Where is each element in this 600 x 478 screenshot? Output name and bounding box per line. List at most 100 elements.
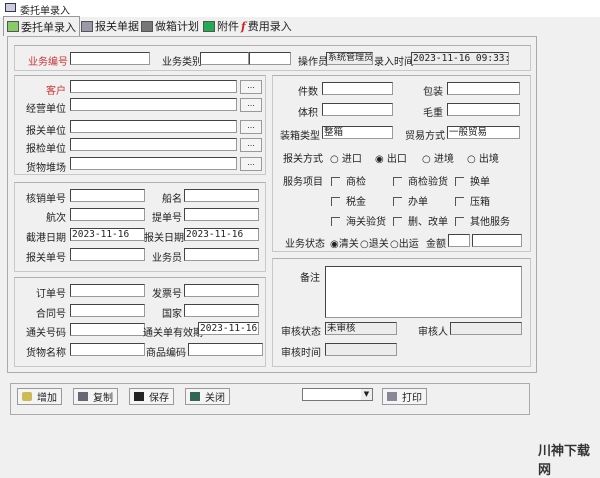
- biz-type-code-input[interactable]: [200, 52, 249, 65]
- audit-time-label: 审核时间: [281, 348, 321, 359]
- country-label: 国家: [162, 309, 182, 320]
- tab-bar: 委托单录入 报关单据 做箱计划 附件 f 费用录入: [0, 16, 600, 36]
- tab-attachment[interactable]: 附件: [200, 17, 242, 35]
- audit-status-label: 审核状态: [281, 327, 321, 338]
- save-button[interactable]: 保存: [129, 388, 174, 405]
- volume-label: 体积: [298, 108, 318, 119]
- edit-icon: [7, 21, 19, 32]
- radio-icon: ○: [422, 154, 434, 165]
- load-type-input[interactable]: 整箱: [322, 126, 393, 139]
- radio-exit[interactable]: ○ 出境: [467, 150, 499, 165]
- tab-entrust-entry[interactable]: 委托单录入: [3, 16, 80, 36]
- radio-icon: ○: [390, 239, 399, 250]
- radio-label: 清关: [338, 239, 359, 250]
- clearance-code-input[interactable]: [70, 323, 145, 336]
- biz-type-name-input[interactable]: [249, 52, 291, 65]
- volume-input[interactable]: [322, 103, 393, 116]
- packing-input[interactable]: [447, 82, 520, 95]
- customer-browse-button[interactable]: ...: [240, 80, 262, 94]
- cutoff-date-label: 截港日期: [26, 233, 66, 244]
- invoice-no-input[interactable]: [184, 284, 259, 297]
- service-checkbox[interactable]: 删、改单: [393, 213, 448, 228]
- tab-container-plan[interactable]: 做箱计划: [138, 17, 202, 35]
- salesman-input[interactable]: [184, 248, 259, 261]
- currency-input[interactable]: [448, 234, 470, 247]
- verify-no-label: 核销单号: [26, 194, 66, 205]
- yard-label: 货物堆场: [26, 163, 66, 174]
- declare-unit-browse-button[interactable]: ...: [240, 120, 262, 134]
- radio-selected-icon: ◉: [330, 239, 339, 250]
- pieces-input[interactable]: [322, 82, 393, 95]
- radio-cleared[interactable]: ◉清关: [330, 235, 359, 250]
- radio-export[interactable]: ◉ 出口: [375, 150, 407, 165]
- service-checkbox[interactable]: 商检: [331, 173, 366, 188]
- chevron-down-icon[interactable]: ▼: [361, 389, 372, 400]
- gross-weight-input[interactable]: [447, 103, 520, 116]
- service-checkbox[interactable]: 压箱: [455, 193, 490, 208]
- declare-date-input[interactable]: 2023-11-16: [184, 228, 259, 241]
- service-checkbox[interactable]: 办单: [393, 193, 428, 208]
- service-checkbox[interactable]: 海关验货: [331, 213, 386, 228]
- clearance-valid-input[interactable]: 2023-11-16: [198, 322, 259, 335]
- invoice-no-label: 发票号: [152, 289, 182, 300]
- remark-textarea[interactable]: [325, 266, 522, 318]
- goods-name-input[interactable]: [70, 343, 145, 356]
- tab-fee-entry[interactable]: f 费用录入: [238, 17, 295, 35]
- tab-customs-docs[interactable]: 报关单据: [78, 17, 142, 35]
- radio-label: 出境: [478, 154, 499, 165]
- country-input[interactable]: [184, 304, 259, 317]
- goods-name-label: 货物名称: [26, 348, 66, 359]
- order-no-input[interactable]: [70, 284, 145, 297]
- declare-date-label: 报关日期: [144, 233, 184, 244]
- print-template-select[interactable]: ▼: [302, 388, 373, 401]
- button-label: 保存: [149, 393, 169, 404]
- inspect-unit-label: 报检单位: [26, 144, 66, 155]
- radio-selected-icon: ◉: [375, 154, 387, 165]
- radio-returned[interactable]: ○退关: [360, 235, 389, 250]
- yard-browse-button[interactable]: ...: [240, 157, 262, 171]
- copy-icon: [78, 392, 88, 401]
- goods-code-input[interactable]: [188, 343, 263, 356]
- biz-no-input[interactable]: [70, 52, 150, 65]
- inspect-unit-input[interactable]: [70, 138, 237, 151]
- remark-label: 备注: [300, 273, 320, 284]
- status-label: 业务状态: [285, 239, 325, 250]
- cutoff-date-input[interactable]: 2023-11-16: [70, 228, 145, 241]
- service-checkbox[interactable]: 商检验货: [393, 173, 448, 188]
- operator-unit-input[interactable]: [70, 98, 237, 111]
- declare-unit-label: 报关单位: [26, 126, 66, 137]
- radio-import[interactable]: ○ 进口: [330, 150, 362, 165]
- contract-no-input[interactable]: [70, 304, 145, 317]
- verify-no-input[interactable]: [70, 189, 145, 202]
- amount-input[interactable]: [472, 234, 522, 247]
- voyage-input[interactable]: [70, 208, 145, 221]
- radio-entry[interactable]: ○ 进境: [422, 150, 454, 165]
- button-label: 关闭: [205, 393, 225, 404]
- radio-shipped[interactable]: ○出运: [390, 235, 419, 250]
- entry-time-label: 录入时间: [374, 57, 414, 68]
- declare-no-input[interactable]: [70, 248, 145, 261]
- trade-mode-input[interactable]: 一般贸易: [447, 126, 520, 139]
- add-button[interactable]: 增加: [17, 388, 62, 405]
- declare-unit-input[interactable]: [70, 120, 237, 133]
- service-checkbox[interactable]: 其他服务: [455, 213, 510, 228]
- radio-icon: ○: [360, 239, 369, 250]
- checkbox-label: 海关验货: [346, 217, 386, 228]
- tab-label: 费用录入: [247, 20, 292, 33]
- inspect-unit-browse-button[interactable]: ...: [240, 138, 262, 152]
- voyage-label: 航次: [46, 213, 66, 224]
- plan-icon: [141, 20, 153, 32]
- window-title: 委托单录入: [20, 6, 70, 17]
- service-checkbox[interactable]: 换单: [455, 173, 490, 188]
- vessel-input[interactable]: [184, 189, 259, 202]
- customer-input[interactable]: [70, 80, 237, 93]
- close-button[interactable]: 关闭: [185, 388, 230, 405]
- service-checkbox[interactable]: 税金: [331, 193, 366, 208]
- print-button[interactable]: 打印: [382, 388, 427, 405]
- bl-no-input[interactable]: [184, 208, 259, 221]
- bl-no-label: 提单号: [152, 213, 182, 224]
- operator-unit-browse-button[interactable]: ...: [240, 98, 262, 112]
- copy-button[interactable]: 复制: [73, 388, 118, 405]
- order-no-label: 订单号: [36, 289, 66, 300]
- yard-input[interactable]: [70, 157, 237, 170]
